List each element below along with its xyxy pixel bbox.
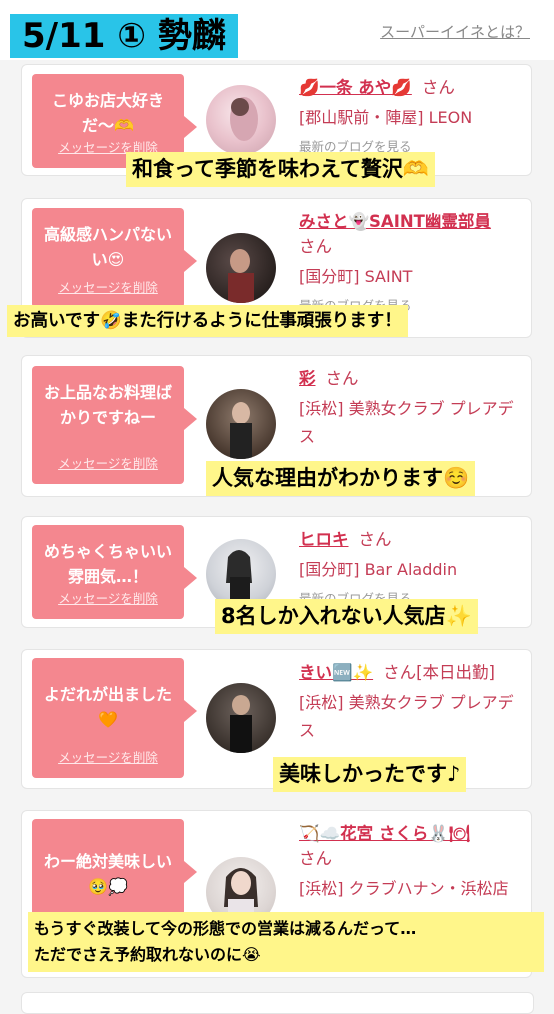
delete-message-link[interactable]: メッセージを削除 [32, 588, 184, 607]
header: 5/11 ① 勢麟 スーパーイイネとは？ [0, 0, 554, 60]
user-info: ヒロキさん [国分町] Bar Aladdin 最新のブログを見る [299, 527, 519, 607]
honorific: さん [299, 237, 332, 256]
user-name-link[interactable]: 彩 [299, 369, 316, 388]
user-info: 💋一条 あや💋 さん [郡山駅前・陣屋] LEON 最新のブログを見る [299, 75, 519, 155]
caption-overlay: 美味しかったです♪ [273, 757, 467, 792]
super-like-info-link[interactable]: スーパーイイネとは？ [380, 21, 530, 42]
shop-link[interactable]: [浜松] 美熟女クラブ プレアデス [299, 689, 529, 745]
user-name-link[interactable]: ヒロキ [299, 530, 349, 549]
delete-message-link[interactable]: メッセージを削除 [32, 453, 184, 472]
honorific: さん [358, 530, 392, 549]
honorific: さん [421, 78, 455, 97]
user-info: 🏹☁️花宮 さくら🐰🍽 さん [浜松] クラブハナン・浜松店 [299, 821, 519, 903]
avatar-photo [230, 695, 252, 753]
caption-overlay: もうすぐ改装して今の形態での営業は減るんだって… ただでさえ予約取れないのに😭 [28, 912, 544, 972]
message-text: お上品なお料理ばかりですねー [43, 383, 172, 427]
message-text: よだれが出ました🧡 [43, 685, 172, 729]
caption-overlay: 8名しか入れない人気店✨ [215, 599, 478, 634]
avatar[interactable] [206, 233, 276, 303]
user-info: きい🆕✨ さん[本日出勤] [浜松] 美熟女クラブ プレアデス [299, 660, 519, 745]
message-bubble: 高級感ハンパないい😍 メッセージを削除 [32, 208, 197, 308]
avatar-photo [228, 249, 254, 303]
shop-link[interactable]: [国分町] Bar Aladdin [299, 556, 519, 584]
avatar-photo [230, 402, 252, 459]
shop-link[interactable]: [浜松] 美熟女クラブ プレアデス [299, 395, 529, 451]
message-bubble: よだれが出ました🧡 メッセージを削除 [32, 658, 197, 778]
page-title: 5/11 ① 勢麟 [10, 14, 238, 58]
user-info: みさと👻SAINT幽霊部員 さん [国分町] SAINT 最新のブログを見る [299, 209, 519, 314]
honorific: さん [325, 369, 359, 388]
message-text: めちゃくちゃいい雰囲気…！ [43, 542, 172, 586]
message-text: 高級感ハンパないい😍 [43, 225, 172, 269]
user-info: 彩さん [浜松] 美熟女クラブ プレアデス [299, 366, 519, 451]
caption-overlay: 人気な理由がわかります☺️ [206, 461, 476, 496]
caption-line: ただでさえ予約取れないのに😭 [34, 945, 261, 964]
message-bubble: お上品なお料理ばかりですねー メッセージを削除 [32, 366, 197, 484]
delete-message-link[interactable]: メッセージを削除 [32, 277, 184, 296]
delete-message-link[interactable]: メッセージを削除 [32, 747, 184, 766]
user-name-link[interactable]: みさと👻SAINT幽霊部員 [299, 212, 491, 231]
avatar[interactable] [206, 389, 276, 459]
caption-line: もうすぐ改装して今の形態での営業は減るんだって… [34, 919, 417, 938]
list-item-next [21, 992, 534, 1014]
message-bubble: めちゃくちゃいい雰囲気…！ メッセージを削除 [32, 525, 197, 619]
caption-overlay: お高いです🤣また行けるように仕事頑張ります！ [7, 305, 408, 337]
avatar[interactable] [206, 683, 276, 753]
message-text: こゆお店大好きだ〜🫶 [51, 91, 164, 135]
avatar-photo [230, 97, 258, 141]
honorific: さん [299, 849, 332, 868]
user-name-link[interactable]: 🏹☁️花宮 さくら🐰🍽 [299, 824, 470, 843]
user-name-link[interactable]: 💋一条 あや💋 [299, 78, 412, 97]
user-name-link[interactable]: きい🆕✨ [299, 663, 373, 682]
shop-link[interactable]: [浜松] クラブハナン・浜松店 [299, 875, 529, 903]
status-badge: [本日出勤] [416, 663, 495, 682]
honorific: さん [383, 663, 417, 682]
message-text: わー絶対美味しい🥹💭 [43, 852, 172, 896]
shop-link[interactable]: [郡山駅前・陣屋] LEON [299, 104, 519, 132]
avatar[interactable] [206, 85, 276, 155]
shop-link[interactable]: [国分町] SAINT [299, 263, 519, 291]
caption-overlay: 和食って季節を味わえて贅沢🫶 [126, 152, 436, 187]
